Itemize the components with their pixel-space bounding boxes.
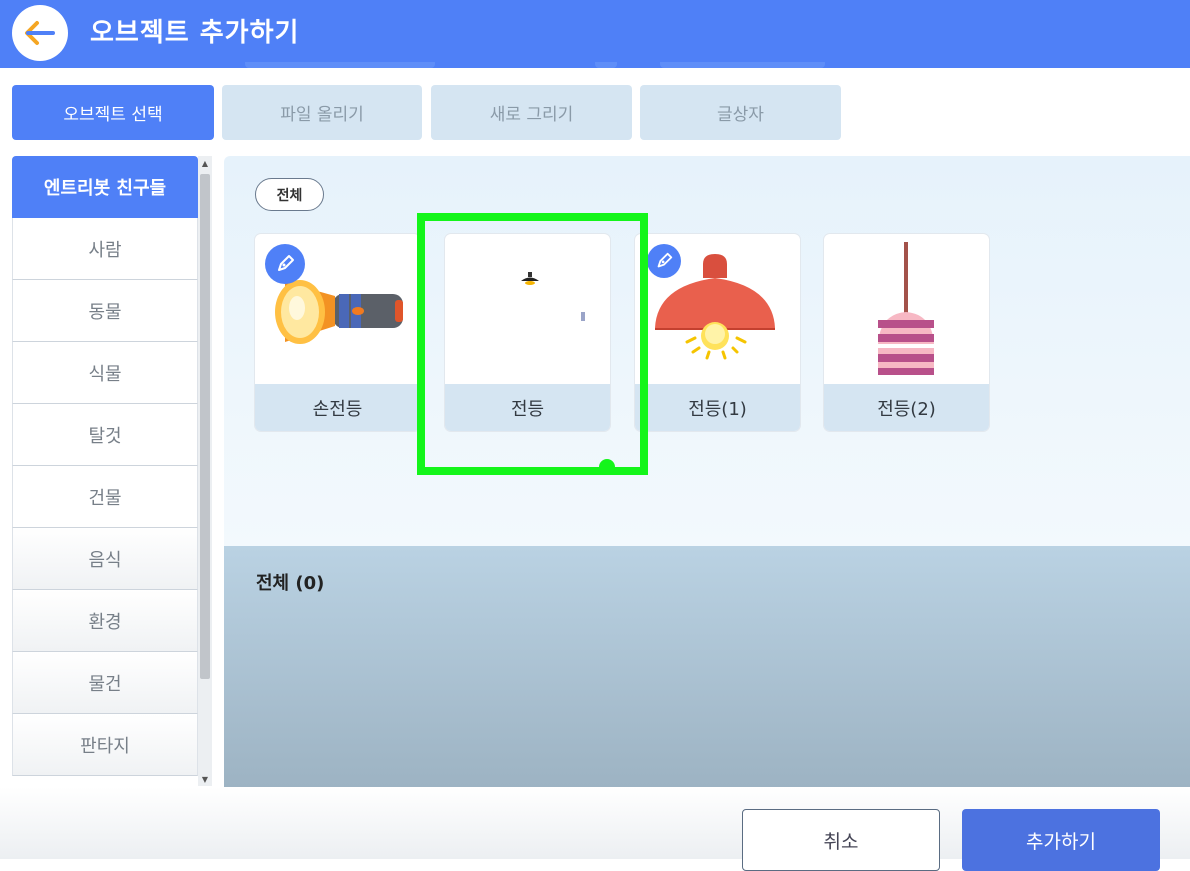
- cancel-button[interactable]: 취소: [742, 809, 940, 871]
- sidebar-item-plants[interactable]: 식물: [12, 342, 198, 404]
- tab-text-box[interactable]: 글상자: [640, 85, 841, 140]
- arrow-left-icon: [25, 21, 55, 45]
- selected-objects-panel: [224, 546, 1190, 787]
- highlight-marker-dot: [599, 459, 615, 475]
- hanging-lamp-icon: [878, 242, 934, 375]
- page-title: 오브젝트 추가하기: [90, 18, 300, 48]
- sidebar-item-things[interactable]: 물건: [12, 652, 198, 714]
- object-card[interactable]: 전등(2): [824, 234, 989, 431]
- sidebar-item-food[interactable]: 음식: [12, 528, 198, 590]
- sidebar-item-buildings[interactable]: 건물: [12, 466, 198, 528]
- sidebar-item-environment[interactable]: 환경: [12, 590, 198, 652]
- scrollbar-thumb[interactable]: [200, 174, 210, 679]
- sidebar-item-entrybot[interactable]: 엔트리봇 친구들: [12, 156, 198, 218]
- selection-highlight-box: [417, 213, 648, 475]
- header-strip: [245, 62, 435, 68]
- category-sidebar: 엔트리봇 친구들 사람 동물 식물 탈것 건물 음식 환경 물건 판타지: [12, 156, 198, 780]
- sidebar-item-fantasy[interactable]: 판타지: [12, 714, 198, 776]
- object-card-label: 전등(1): [635, 384, 800, 431]
- edit-pen-icon: [265, 244, 305, 284]
- object-card-label: 전등(2): [824, 384, 989, 431]
- add-button[interactable]: 추가하기: [962, 809, 1160, 871]
- sidebar-item-people[interactable]: 사람: [12, 218, 198, 280]
- scroll-down-arrow-icon[interactable]: ▼: [198, 772, 212, 786]
- header-strip: [660, 62, 825, 68]
- tab-object-select[interactable]: 오브젝트 선택: [12, 85, 214, 140]
- sidebar-scrollbar[interactable]: ▲ ▼: [198, 156, 212, 786]
- tab-file-upload[interactable]: 파일 올리기: [222, 85, 422, 140]
- back-button[interactable]: [12, 5, 68, 61]
- sidebar-item-vehicles[interactable]: 탈것: [12, 404, 198, 466]
- sidebar-item-animals[interactable]: 동물: [12, 280, 198, 342]
- tab-new-drawing[interactable]: 새로 그리기: [431, 85, 632, 140]
- object-card[interactable]: 전등(1): [635, 234, 800, 431]
- scroll-up-arrow-icon[interactable]: ▲: [198, 156, 212, 170]
- filter-all-chip[interactable]: 전체: [255, 178, 324, 211]
- selected-count-label: 전체 (0): [256, 573, 325, 594]
- header-bar: 오브젝트 추가하기: [0, 0, 1190, 68]
- object-card-label: 손전등: [255, 384, 420, 431]
- header-strip: [595, 62, 617, 68]
- object-card[interactable]: 손전등: [255, 234, 420, 431]
- edit-pen-icon: [647, 244, 681, 278]
